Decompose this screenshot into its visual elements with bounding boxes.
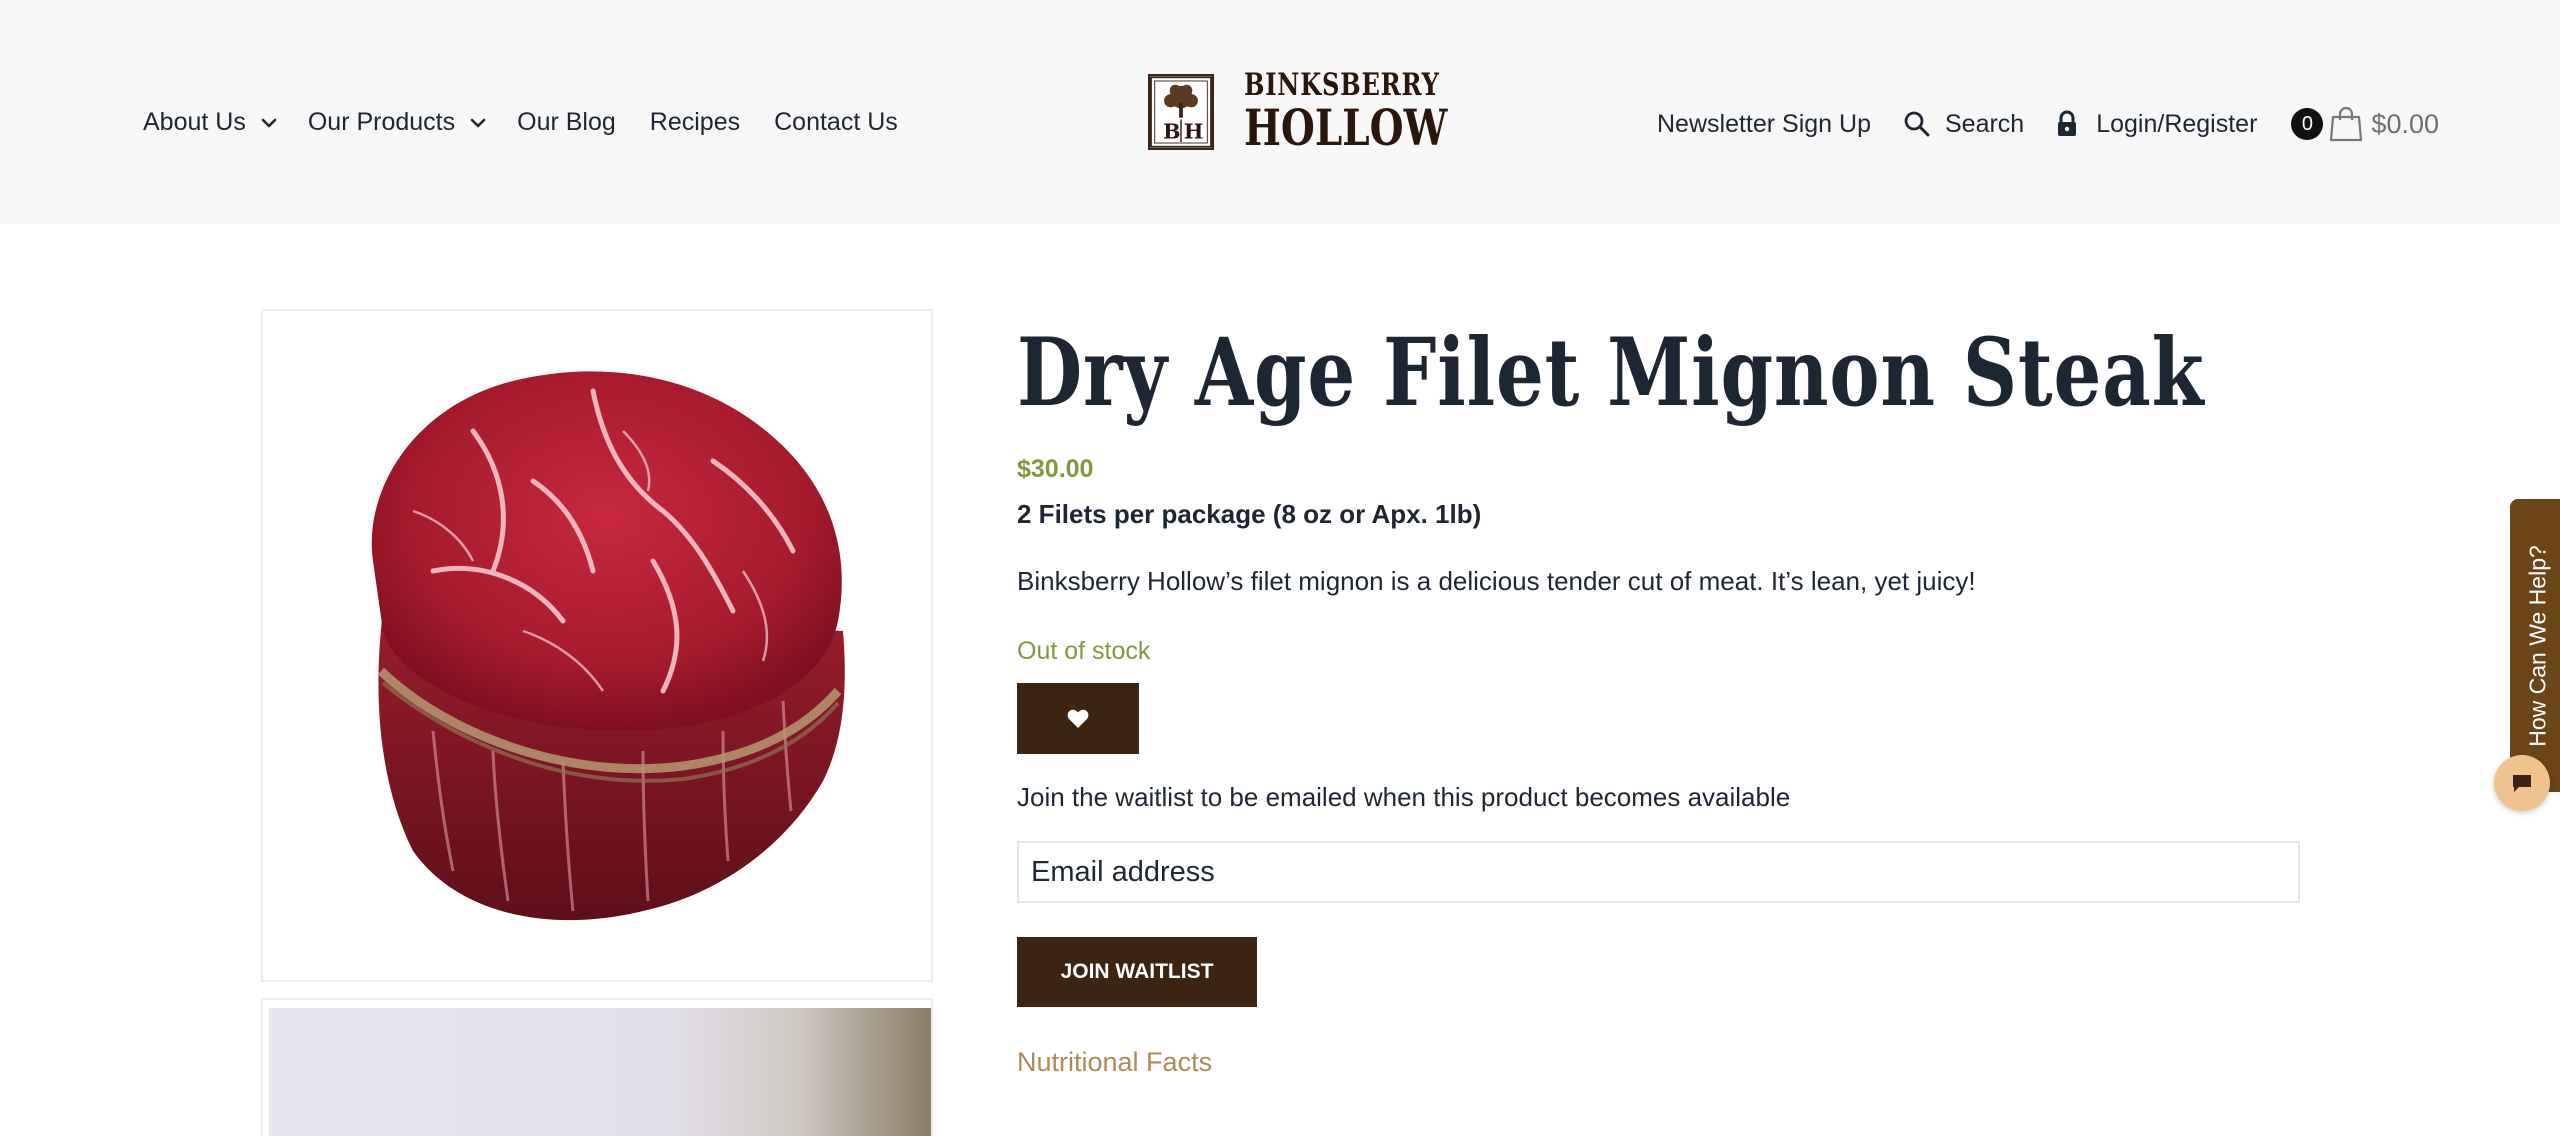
stock-status: Out of stock [1017, 637, 1151, 665]
site-logo[interactable]: B H BINKSBERRY HOLLOW [1148, 70, 1505, 153]
product-thumbnail[interactable] [261, 998, 933, 1136]
primary-nav: About Us Our Products Our Blog Recipes C… [143, 108, 898, 137]
nav-our-blog[interactable]: Our Blog [517, 108, 616, 137]
logo-wordmark: BINKSBERRY HOLLOW [1244, 70, 1505, 153]
shopping-bag-icon [2330, 106, 2363, 142]
logo-top-text: BINKSBERRY [1244, 67, 1440, 103]
chat-launcher-button[interactable] [2494, 755, 2550, 811]
login-label: Login/Register [2096, 109, 2258, 138]
nav-our-products-label: Our Products [307, 108, 456, 136]
filet-mignon-photo [371, 371, 845, 921]
svg-text:H: H [1184, 119, 1204, 143]
product-description: Binksberry Hollow’s filet mignon is a de… [1017, 566, 1976, 596]
chevron-down-icon [261, 118, 277, 127]
cart-link[interactable]: 0 $0.00 [2291, 106, 2439, 142]
join-waitlist-button[interactable]: JOIN WAITLIST [1017, 937, 1257, 1007]
nav-contact-us[interactable]: Contact Us [774, 108, 898, 137]
waitlist-email-input[interactable] [1017, 841, 2300, 903]
nav-our-blog-label: Our Blog [517, 108, 616, 136]
utility-nav: Newsletter Sign Up Search Login/Register… [1657, 106, 2439, 142]
product-price: $30.00 [1017, 455, 1094, 483]
login-register-link[interactable]: Login/Register [2056, 110, 2257, 139]
svg-text:B: B [1163, 119, 1180, 143]
help-side-tab[interactable]: How Can We Help? [2510, 499, 2560, 792]
nav-about-us-label: About Us [143, 108, 246, 136]
lock-icon [2058, 110, 2077, 136]
chat-bubble-icon [2513, 775, 2531, 792]
heart-icon [1067, 709, 1089, 728]
nav-recipes[interactable]: Recipes [650, 108, 740, 137]
cart-total: $0.00 [2371, 108, 2439, 139]
thumbnail-photo [269, 1008, 931, 1136]
waitlist-message: Join the waitlist to be emailed when thi… [1017, 782, 1791, 812]
nav-recipes-label: Recipes [649, 108, 741, 136]
tree-monogram-logo-icon: B H [1148, 73, 1214, 150]
nav-contact-us-label: Contact Us [774, 108, 898, 136]
chevron-down-icon [470, 118, 486, 127]
newsletter-label: Newsletter Sign Up [1657, 109, 1871, 138]
site-header: About Us Our Products Our Blog Recipes C… [0, 0, 2560, 224]
product-package-info: 2 Filets per package (8 oz or Apx. 1lb) [1017, 499, 1482, 529]
newsletter-signup-link[interactable]: Newsletter Sign Up [1657, 110, 1871, 139]
nav-our-products[interactable]: Our Products [308, 108, 487, 137]
help-tab-label: How Can We Help? [2524, 544, 2551, 747]
product-title: Dry Age Filet Mignon Steak [1017, 318, 2205, 428]
product-main-image[interactable] [261, 309, 933, 982]
search-label: Search [1944, 109, 2025, 138]
cart-count-badge: 0 [2291, 108, 2324, 140]
nav-about-us[interactable]: About Us [143, 108, 278, 137]
search-icon [1904, 111, 1930, 137]
add-to-wishlist-button[interactable] [1017, 683, 1139, 754]
search-link[interactable]: Search [1903, 110, 2024, 139]
logo-bottom-text: HOLLOW [1244, 98, 1448, 157]
nutritional-facts-link[interactable]: Nutritional Facts [1017, 1047, 1212, 1078]
